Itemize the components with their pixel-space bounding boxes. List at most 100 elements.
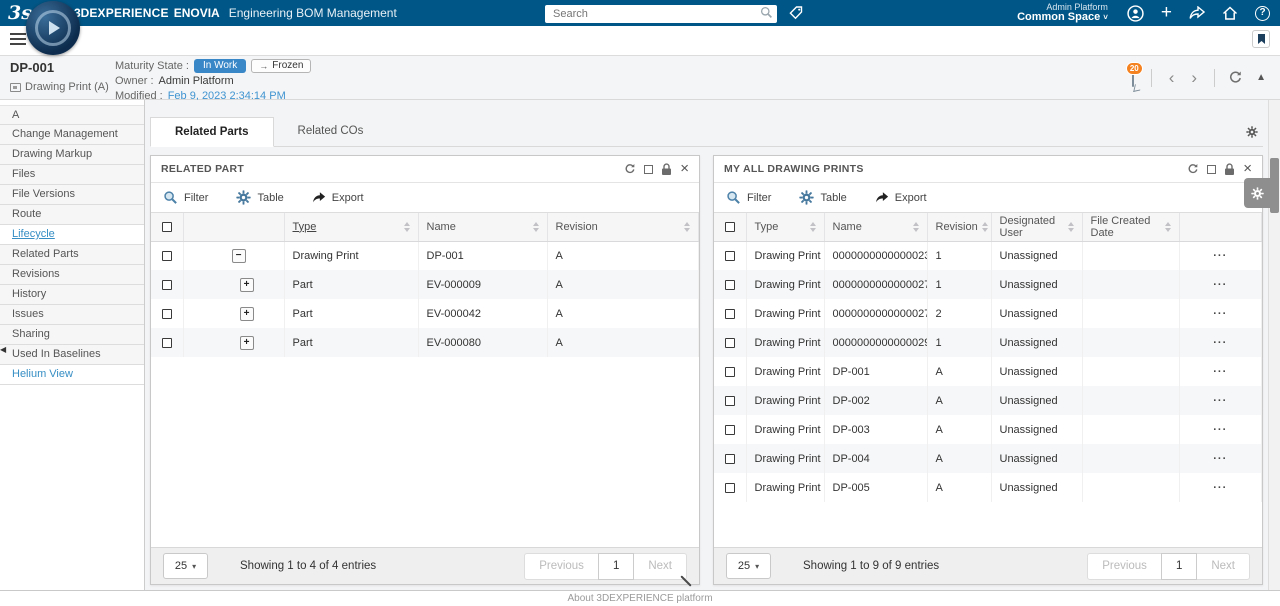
sidebar-item-lifecycle[interactable]: Lifecycle	[0, 225, 144, 245]
user-profile-icon[interactable]	[1127, 5, 1144, 22]
column-header-designated-user[interactable]: Designated User	[991, 213, 1082, 241]
tab-related-parts[interactable]: Related Parts	[150, 117, 274, 147]
export-button[interactable]: Export	[312, 191, 364, 204]
panel-close-icon[interactable]: ×	[1243, 163, 1252, 175]
previous-item-button[interactable]: ‹	[1165, 70, 1179, 86]
row-actions-menu-icon[interactable]: ···	[1188, 482, 1254, 494]
cell-name[interactable]: DP-001	[418, 241, 547, 270]
cell-name[interactable]: 0000000000000029	[824, 328, 927, 357]
sidebar-item-revisions[interactable]: Revisions	[0, 265, 144, 285]
cell-name[interactable]: DP-005	[824, 473, 927, 502]
row-checkbox[interactable]	[725, 309, 735, 319]
panel-lock-icon[interactable]	[1224, 163, 1235, 176]
page-settings-gear-icon[interactable]	[1246, 126, 1258, 138]
cell-name[interactable]: DP-003	[824, 415, 927, 444]
hamburger-menu-icon[interactable]	[10, 33, 26, 48]
row-checkbox[interactable]	[162, 309, 172, 319]
user-context[interactable]: Admin Platform Common Space˅	[1017, 3, 1108, 24]
row-checkbox[interactable]	[725, 425, 735, 435]
3dexperience-compass-logo[interactable]	[26, 1, 80, 55]
tag-icon[interactable]	[788, 5, 804, 21]
sidebar-item-used-in-baselines[interactable]: Used In Baselines	[0, 345, 144, 365]
collapse-header-button[interactable]: ▲	[1252, 72, 1266, 83]
column-header-file-created-date[interactable]: File Created Date	[1082, 213, 1179, 241]
share-icon[interactable]	[1189, 6, 1205, 20]
row-checkbox[interactable]	[725, 367, 735, 377]
panel-lock-icon[interactable]	[661, 163, 672, 176]
page-number-button[interactable]: 1	[1161, 553, 1197, 580]
panel-maximize-icon[interactable]	[644, 165, 653, 174]
cell-name[interactable]: 0000000000000027	[824, 270, 927, 299]
expand-toggle-icon[interactable]: +	[240, 307, 254, 321]
home-icon[interactable]	[1222, 6, 1238, 21]
column-header-type[interactable]: Type	[284, 213, 418, 241]
sidebar-item-sharing[interactable]: Sharing	[0, 325, 144, 345]
row-actions-menu-icon[interactable]: ···	[1188, 424, 1254, 436]
sidebar-collapse-icon[interactable]: ◀	[0, 345, 6, 354]
cell-name[interactable]: EV-000080	[418, 328, 547, 357]
cell-name[interactable]: EV-000042	[418, 299, 547, 328]
row-checkbox[interactable]	[162, 251, 172, 261]
page-number-button[interactable]: 1	[598, 553, 634, 580]
row-actions-menu-icon[interactable]: ···	[1188, 279, 1254, 291]
expand-toggle-icon[interactable]: +	[240, 278, 254, 292]
search-input[interactable]	[545, 5, 777, 23]
collapse-toggle-icon[interactable]: −	[232, 249, 246, 263]
row-checkbox[interactable]	[725, 454, 735, 464]
row-checkbox[interactable]	[725, 251, 735, 261]
panel-maximize-icon[interactable]	[1207, 165, 1216, 174]
sidebar-item-change-management[interactable]: Change Management	[0, 125, 144, 145]
column-header-revision[interactable]: Revision	[927, 213, 991, 241]
about-platform-link[interactable]: About 3DEXPERIENCE platform	[567, 593, 712, 604]
row-checkbox[interactable]	[725, 280, 735, 290]
add-icon[interactable]: +	[1161, 3, 1172, 23]
sidebar-item-related-parts[interactable]: Related Parts	[0, 245, 144, 265]
promote-frozen-button[interactable]: →Frozen	[251, 59, 311, 73]
tab-related-cos[interactable]: Related COs	[274, 117, 388, 146]
cell-name[interactable]: DP-004	[824, 444, 927, 473]
row-actions-menu-icon[interactable]: ···	[1188, 337, 1254, 349]
filter-button[interactable]: Filter	[726, 190, 771, 205]
row-checkbox[interactable]	[162, 280, 172, 290]
row-checkbox[interactable]	[725, 396, 735, 406]
panel-settings-gear-button[interactable]	[1244, 178, 1270, 208]
page-size-dropdown[interactable]: 25 ▾	[163, 553, 208, 579]
panel-close-icon[interactable]: ×	[680, 163, 689, 175]
cell-name[interactable]: DP-001	[824, 357, 927, 386]
expand-toggle-icon[interactable]: +	[240, 336, 254, 350]
column-header-name[interactable]: Name	[824, 213, 927, 241]
next-page-button[interactable]: Next	[1196, 553, 1250, 580]
sidebar-item-history[interactable]: History	[0, 285, 144, 305]
sidebar-item-route[interactable]: Route	[0, 205, 144, 225]
help-icon[interactable]: ?	[1255, 6, 1270, 21]
cell-name[interactable]: DP-002	[824, 386, 927, 415]
row-checkbox[interactable]	[725, 483, 735, 493]
row-checkbox[interactable]	[725, 338, 735, 348]
select-all-checkbox[interactable]	[725, 222, 735, 232]
next-item-button[interactable]: ›	[1187, 70, 1201, 86]
panel-refresh-icon[interactable]	[1187, 163, 1199, 175]
column-header-revision[interactable]: Revision	[547, 213, 699, 241]
scrollbar-thumb[interactable]	[1270, 158, 1279, 213]
cell-name[interactable]: 0000000000000023	[824, 241, 927, 270]
sidebar-item-files[interactable]: Files	[0, 165, 144, 185]
table-button[interactable]: Table	[236, 190, 283, 205]
cell-name[interactable]: 0000000000000027	[824, 299, 927, 328]
comments-button[interactable]: 20	[1132, 69, 1134, 87]
sidebar-item-issues[interactable]: Issues	[0, 305, 144, 325]
row-actions-menu-icon[interactable]: ···	[1188, 308, 1254, 320]
row-actions-menu-icon[interactable]: ···	[1188, 453, 1254, 465]
page-size-dropdown[interactable]: 25 ▾	[726, 553, 771, 579]
sidebar-item-drawing-markup[interactable]: Drawing Markup	[0, 145, 144, 165]
next-page-button[interactable]: Next	[633, 553, 687, 580]
bookmark-button[interactable]	[1252, 30, 1270, 48]
select-all-checkbox[interactable]	[162, 222, 172, 232]
row-actions-menu-icon[interactable]: ···	[1188, 366, 1254, 378]
table-button[interactable]: Table	[799, 190, 846, 205]
sidebar-item-file-versions[interactable]: File Versions	[0, 185, 144, 205]
sidebar-item-helium-view[interactable]: Helium View	[0, 365, 144, 385]
export-button[interactable]: Export	[875, 191, 927, 204]
column-header-type[interactable]: Type	[746, 213, 824, 241]
row-actions-menu-icon[interactable]: ···	[1188, 395, 1254, 407]
refresh-button[interactable]	[1228, 70, 1243, 85]
